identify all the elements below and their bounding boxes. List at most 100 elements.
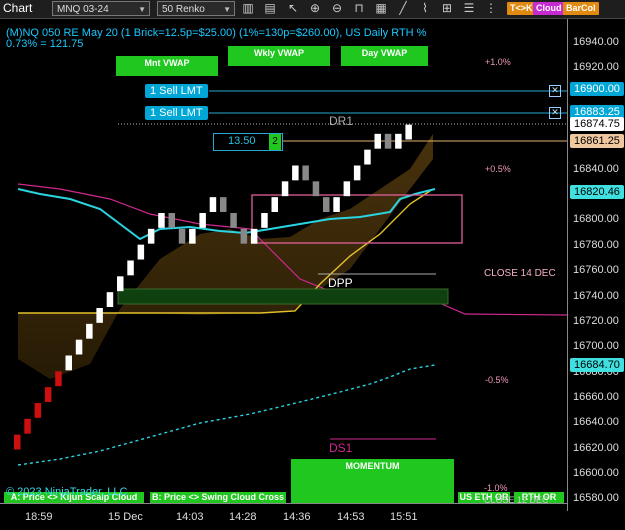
tk-toggle-button[interactable]: T<>K (507, 2, 536, 15)
chart-toolbar: Chart MNQ 03-24 ▼ 50 Renko ▼ ▥ ▤ ↖ ⊕ ⊖ ⊓… (0, 0, 625, 19)
renko-brick (292, 165, 299, 181)
properties-icon[interactable]: ☰ (461, 1, 477, 16)
entry-price-tag: 16861.25 (570, 134, 624, 148)
cancel-order-2-icon[interactable]: ✕ (549, 107, 561, 119)
price-tick-label: 16800.00 (573, 213, 619, 226)
price-tick-label: 16840.00 (573, 162, 619, 175)
renko-brick (312, 181, 320, 197)
renko-brick (261, 213, 268, 228)
day-vwap-button[interactable]: Day VWAP (341, 46, 428, 66)
instrument-selector[interactable]: MNQ 03-24 ▼ (52, 1, 150, 16)
renko-brick (250, 228, 258, 244)
zoom-out-icon[interactable]: ⊖ (329, 1, 345, 16)
chart-title: Chart (3, 1, 33, 15)
renko-brick (271, 197, 278, 212)
dpp-label: DPP (328, 276, 353, 290)
draw-tool-icon[interactable]: ╱ (395, 1, 411, 16)
strategy-icon[interactable]: ⊞ (439, 1, 455, 16)
bar-type-selector[interactable]: 50 Renko ▼ (157, 1, 235, 16)
price-chart-svg (14, 90, 567, 466)
zoom-in-icon[interactable]: ⊕ (307, 1, 323, 16)
renko-brick (384, 133, 392, 149)
price-tick-label: 16620.00 (573, 441, 619, 454)
position-box[interactable]: 13.50 2 (213, 133, 283, 151)
renko-brick (323, 197, 330, 212)
pct-plus-1-label: +1.0% (485, 57, 511, 67)
grid-icon[interactable]: ▦ (373, 1, 389, 16)
split-panel-icon[interactable]: ⊓ (351, 1, 367, 16)
barcol-toggle-button[interactable]: BarCol (563, 2, 599, 15)
indicator-icon[interactable]: ⌇ (417, 1, 433, 16)
cloud-price-tag: 16820.46 (570, 185, 624, 199)
pct-minus-05-label: -0.5% (485, 375, 509, 385)
price-tick-label: 16780.00 (573, 238, 619, 251)
renko-brick (96, 308, 103, 323)
position-price: 13.50 (228, 135, 256, 147)
price-tick-label: 16640.00 (573, 416, 619, 429)
renko-brick (178, 228, 186, 244)
ds1-label: DS1 (329, 441, 353, 455)
renko-brick (199, 213, 206, 228)
chart-plot-area[interactable]: (M)NQ 050 RE May 20 (1 Brick=12.5p=$25.0… (0, 19, 567, 520)
instrument-value: MNQ 03-24 (57, 4, 109, 15)
renko-brick (240, 228, 248, 244)
template-icon[interactable]: ▤ (262, 1, 278, 16)
dpp-zone (117, 288, 449, 305)
price-tick-label: 16720.00 (573, 314, 619, 327)
close-14dec-label: CLOSE 14 DEC (484, 268, 556, 279)
renko-brick (65, 355, 72, 371)
sell-limit-order-1[interactable]: 1 Sell LMT (145, 84, 208, 98)
renko-brick (209, 197, 217, 212)
renko-brick (395, 133, 402, 149)
renko-brick (44, 387, 52, 402)
last-price-tag: 16874.75 (570, 117, 624, 131)
bar-chart-icon[interactable]: ▥ (240, 1, 256, 16)
sell-limit-order-2[interactable]: 1 Sell LMT (145, 106, 208, 120)
price-tick-label: 16760.00 (573, 264, 619, 277)
time-label: 14:53 (337, 511, 365, 523)
renko-brick (343, 181, 351, 197)
copyright-text: © 2023 NinjaTrader, LLC (6, 486, 128, 498)
renko-brick (55, 371, 62, 387)
renko-brick (117, 276, 124, 292)
pct-plus-05-label: +0.5% (485, 164, 511, 174)
time-label: 15 Dec (108, 511, 143, 523)
renko-brick (137, 244, 145, 260)
lower-band-price-tag: 16684.70 (570, 358, 624, 372)
price-axis[interactable]: 16940.0016920.0016900.0016880.0016860.00… (567, 19, 625, 511)
bar-type-value: 50 Renko (162, 4, 205, 15)
pct-minus-1-label: -1.0% (484, 483, 508, 493)
renko-brick (86, 323, 93, 339)
dr1-label: DR1 (329, 114, 354, 128)
time-axis[interactable]: 18:59 15 Dec 14:03 14:28 14:36 14:53 15:… (0, 503, 567, 530)
renko-brick (106, 292, 114, 307)
renko-brick (302, 165, 309, 181)
time-label: 14:03 (176, 511, 204, 523)
chevron-down-icon: ▼ (138, 5, 146, 14)
momentum-button[interactable]: MOMENTUM (291, 459, 454, 503)
renko-brick (34, 403, 42, 418)
renko-brick (364, 149, 371, 165)
position-qty: 2 (269, 134, 281, 150)
renko-brick (220, 197, 227, 212)
renko-brick (147, 228, 155, 244)
time-label: 14:36 (283, 511, 311, 523)
price-tick-label: 16580.00 (573, 492, 619, 505)
price-tick-label: 16600.00 (573, 466, 619, 479)
renko-brick (230, 213, 237, 228)
mnt-vwap-button[interactable]: Mnt VWAP (116, 56, 218, 76)
cancel-order-1-icon[interactable]: ✕ (549, 85, 561, 97)
renko-brick (189, 228, 196, 244)
pointer-icon[interactable]: ↖ (285, 1, 301, 16)
attach-icon[interactable]: ⋮ (483, 1, 499, 16)
renko-brick (75, 339, 83, 355)
time-label: 18:59 (25, 511, 53, 523)
wkly-vwap-button[interactable]: Wkly VWAP (228, 46, 330, 66)
renko-brick (333, 197, 340, 212)
renko-brick (14, 434, 21, 450)
cloud-toggle-button[interactable]: Cloud (533, 2, 565, 15)
order-1-price-tag: 16900.00 (570, 82, 624, 96)
renko-brick (405, 124, 412, 140)
price-tick-label: 16940.00 (573, 36, 619, 48)
renko-brick (281, 181, 289, 197)
